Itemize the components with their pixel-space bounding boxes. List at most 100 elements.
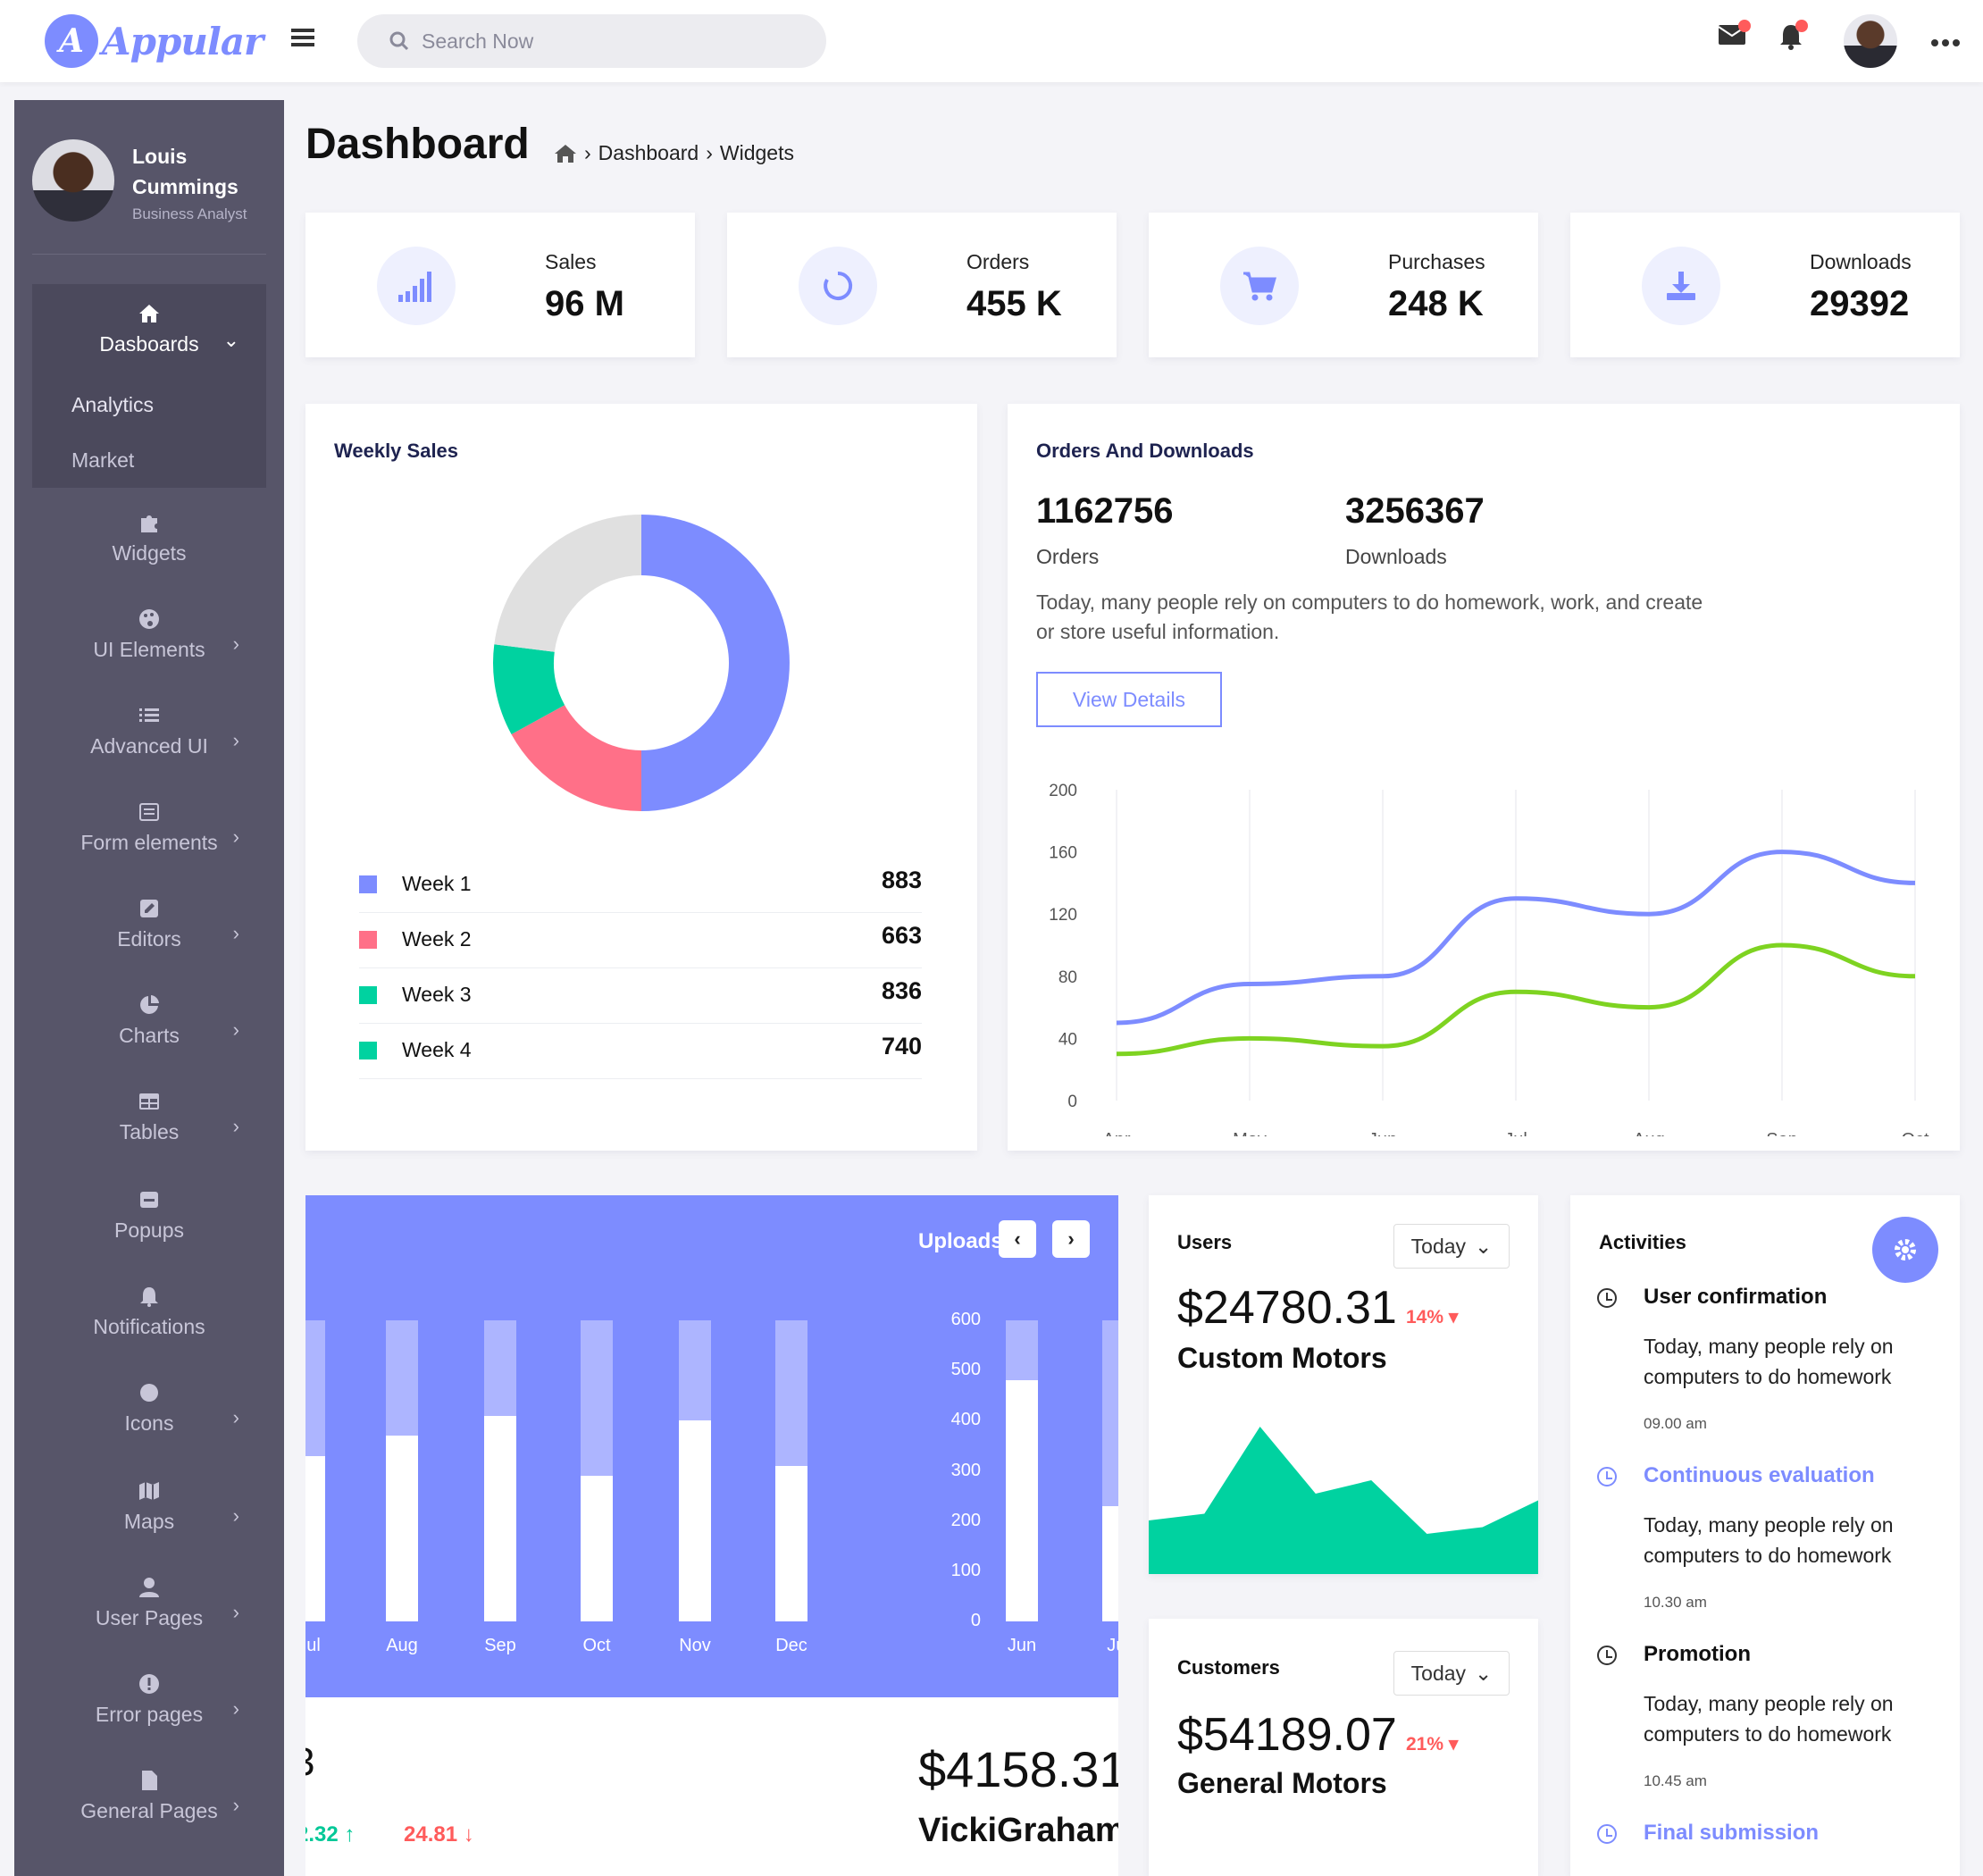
users-company: Custom Motors <box>1177 1342 1387 1374</box>
sidebar-subitem-market[interactable]: Market <box>71 448 134 473</box>
next-button[interactable]: › <box>1052 1220 1090 1258</box>
view-details-button[interactable]: View Details <box>1036 672 1222 727</box>
donut-slice[interactable] <box>641 515 790 811</box>
file-icon <box>142 1771 157 1790</box>
legend-row: Week 4 740 <box>359 1024 922 1079</box>
breadcrumb-separator: › <box>584 141 591 164</box>
chevron-right-icon: › <box>232 1406 239 1428</box>
home-icon[interactable] <box>554 143 577 164</box>
user-avatar[interactable] <box>1844 14 1897 68</box>
stat-value: 248 K <box>1388 284 1484 323</box>
sidebar-item-popups[interactable]: Popups <box>14 1188 284 1243</box>
prev-button[interactable]: ‹ <box>999 1220 1036 1258</box>
users-amount: $24780.31 <box>1177 1282 1397 1334</box>
sidebar-item-tables[interactable]: Tables › <box>14 1090 284 1144</box>
mail-icon[interactable] <box>1718 20 1751 49</box>
sidebar-item-editors[interactable]: Editors › <box>14 897 284 951</box>
period-dropdown[interactable]: Today ⌄ <box>1393 1651 1510 1696</box>
map-icon <box>139 1482 159 1500</box>
signal-bars-icon <box>377 247 456 325</box>
page-title: Dashboard <box>305 121 530 168</box>
sidebar-item-ui-elements[interactable]: UI Elements › <box>14 607 284 662</box>
bar[interactable] <box>386 1436 418 1621</box>
card-title: Users <box>1177 1231 1233 1253</box>
breadcrumb-item-dashboard[interactable]: Dashboard <box>598 141 699 165</box>
orders-total: 1162756 <box>1036 491 1174 531</box>
gear-icon <box>1895 1239 1916 1260</box>
y-tick-label: 200 <box>950 1510 981 1530</box>
bar[interactable] <box>1102 1505 1118 1621</box>
bar[interactable] <box>1006 1380 1038 1621</box>
y-tick-label: 500 <box>950 1360 981 1380</box>
puzzle-icon <box>141 515 157 532</box>
profile-name: Louis Cummings <box>132 145 238 198</box>
sidebar-item-widgets[interactable]: Widgets <box>14 511 284 565</box>
menu-toggle-icon[interactable] <box>291 29 314 52</box>
download-icon <box>1642 247 1720 325</box>
home-icon <box>139 305 159 322</box>
clock-icon <box>1597 1646 1617 1665</box>
sidebar-item-icons[interactable]: Icons › <box>14 1381 284 1436</box>
stat-value: 96 M <box>545 284 624 323</box>
sidebar-item-advanced-ui[interactable]: Advanced UI › <box>14 704 284 758</box>
legend-value: 663 <box>881 922 922 949</box>
more-icon[interactable] <box>1931 39 1960 46</box>
sidebar-item-form-elements[interactable]: Form elements › <box>14 800 284 855</box>
card-title: Weekly Sales <box>334 440 459 462</box>
bar[interactable] <box>581 1476 613 1621</box>
search-bar[interactable]: Search Now <box>357 14 826 68</box>
activity-title: Final submission <box>1644 1821 1820 1845</box>
sidebar-item-dashboards[interactable]: Dasboards ⌄ <box>14 302 284 356</box>
sidebar: Louis Cummings Business Analyst Dasboard… <box>14 100 284 1876</box>
users-card: Users Today ⌄ $24780.31 14% ▾ Custom Moto… <box>1149 1195 1538 1574</box>
bar[interactable] <box>484 1415 516 1621</box>
sidebar-subitem-analytics[interactable]: Analytics <box>71 393 154 417</box>
legend-name: Week 4 <box>402 1038 472 1061</box>
chevron-right-icon: › <box>232 1794 239 1816</box>
users-area-chart <box>1149 1427 1538 1574</box>
activity-time: 10.45 am <box>1644 1772 1707 1789</box>
donut-slice[interactable] <box>494 515 641 652</box>
downloads-total: 3256367 <box>1345 491 1485 531</box>
sidebar-item-general-pages[interactable]: General Pages › <box>14 1769 284 1823</box>
sidebar-item-error-pages[interactable]: Error pages › <box>14 1672 284 1727</box>
sidebar-item-maps[interactable]: Maps › <box>14 1479 284 1534</box>
bar[interactable] <box>679 1420 711 1621</box>
sidebar-item-user-pages[interactable]: User Pages › <box>14 1576 284 1630</box>
settings-button[interactable] <box>1872 1217 1938 1283</box>
stat-card-purchases: Purchases 248 K <box>1149 213 1538 357</box>
dropdown-value: Today <box>1410 1661 1467 1685</box>
bar[interactable] <box>775 1465 807 1621</box>
y-tick-label: 0 <box>970 1611 981 1630</box>
app-logo[interactable]: A Appular <box>45 14 264 68</box>
activity-description: Today, many people rely on computers to … <box>1644 1513 1894 1567</box>
sidebar-profile[interactable]: Louis Cummings Business Analyst <box>32 139 266 229</box>
sidebar-item-notifications[interactable]: Notifications <box>14 1285 284 1339</box>
search-input[interactable]: Search Now <box>422 29 533 54</box>
period-dropdown[interactable]: Today ⌄ <box>1393 1224 1510 1269</box>
x-tick-label: May <box>1233 1130 1267 1136</box>
bell-icon[interactable] <box>1779 20 1808 54</box>
bell-badge <box>1795 20 1808 32</box>
x-tick-label: Jun <box>1007 1636 1037 1655</box>
down-value: 24.81 ↓ <box>404 1822 474 1847</box>
x-tick-label: Jul <box>1107 1636 1118 1655</box>
bar[interactable] <box>305 1455 325 1621</box>
sidebar-item-label: Popups <box>113 1219 184 1242</box>
weekly-sales-card: Weekly Sales Week 1 883 Week 2 663 Week … <box>305 404 977 1151</box>
sidebar-item-label: User Pages <box>95 1606 204 1629</box>
chevron-right-icon: › <box>232 1115 239 1137</box>
sidebar-item-label: Advanced UI <box>90 734 208 758</box>
dropdown-value: Today <box>1410 1234 1467 1258</box>
chevron-left-icon: ‹ <box>1014 1227 1021 1250</box>
y-tick-label: 200 <box>1049 782 1077 800</box>
up-value: 2.32 ↑ <box>305 1822 356 1847</box>
chevron-right-icon: › <box>232 729 239 751</box>
chevron-right-icon: › <box>232 922 239 944</box>
y-tick-label: 600 <box>950 1310 981 1329</box>
y-tick-label: 400 <box>950 1410 981 1430</box>
clock-icon <box>1597 1288 1617 1308</box>
chevron-right-icon: › <box>232 1504 239 1527</box>
sidebar-item-charts[interactable]: Charts › <box>14 993 284 1048</box>
legend-value: 740 <box>881 1033 922 1059</box>
